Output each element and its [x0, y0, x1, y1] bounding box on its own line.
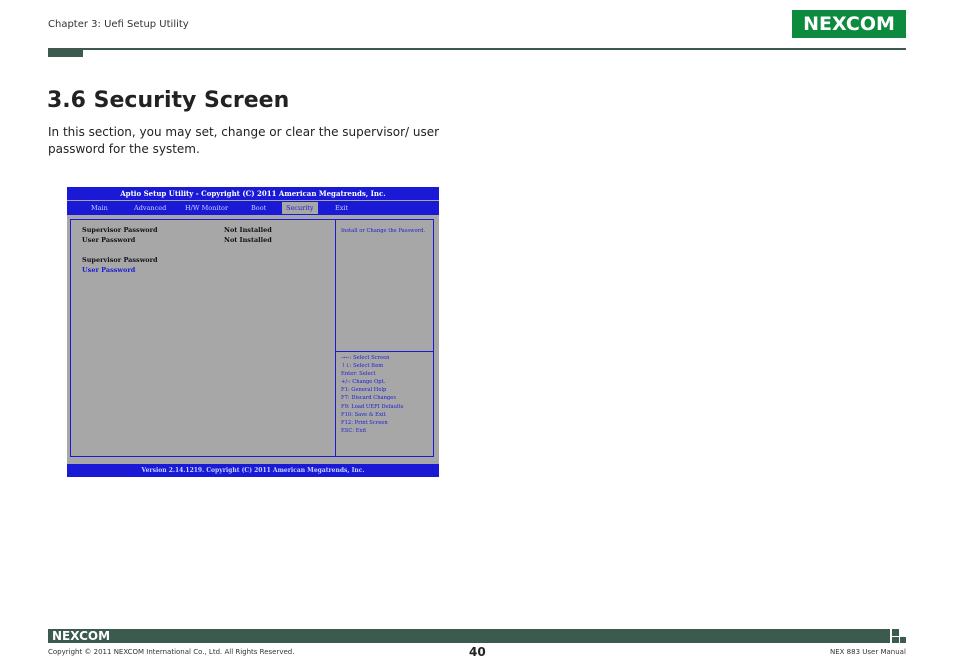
status-value-user: Not Installed: [224, 236, 272, 244]
key-legend-item: Enter: Select: [341, 371, 376, 377]
footer-logo: NEXCOM: [52, 629, 111, 643]
status-value-supervisor: Not Installed: [224, 226, 272, 234]
logo-text: NEXCOM: [803, 13, 895, 35]
key-legend-item: →←: Select Screen: [341, 355, 390, 361]
copyright-text: Copyright © 2011 NEXCOM International Co…: [48, 648, 295, 656]
bios-help-separator: [336, 351, 434, 352]
bios-tab-bar: Main Advanced H/W Monitor Boot Security …: [67, 200, 439, 215]
key-legend-item: F1: General Help: [341, 387, 387, 393]
key-legend-item: F9: Load UEFI Defaults: [341, 404, 404, 410]
option-user-password[interactable]: User Password: [82, 266, 135, 275]
manual-name: NEX 883 User Manual: [830, 648, 906, 656]
key-legend-item: +/-: Change Opt.: [341, 379, 386, 385]
page-number: 40: [469, 645, 486, 659]
nexcom-logo: NEXCOM: [792, 10, 906, 38]
page-title: 3.6 Security Screen: [47, 88, 290, 113]
help-text: Install or Change the Password.: [341, 228, 426, 234]
key-legend-item: F12: Print Screen: [341, 420, 388, 426]
bios-footer-bar: Version 2.14.1219. Copyright (C) 2011 Am…: [67, 464, 439, 477]
option-supervisor-password[interactable]: Supervisor Password: [82, 256, 158, 265]
tab-main[interactable]: Main: [91, 202, 108, 214]
intro-paragraph: In this section, you may set, change or …: [48, 125, 440, 156]
footer-square-mark: [892, 637, 899, 643]
tab-advanced[interactable]: Advanced: [134, 202, 166, 214]
footer-bar: [48, 629, 890, 643]
footer-square-mark: [900, 637, 906, 643]
header-tab-mark: [48, 48, 83, 57]
chapter-label: Chapter 3: Uefi Setup Utility: [48, 19, 189, 30]
key-legend-item: ↑↓: Select Item: [341, 363, 384, 369]
status-label-user: User Password: [82, 236, 136, 244]
key-legend-item: F10: Save & Exit: [341, 412, 386, 418]
tab-boot[interactable]: Boot: [251, 202, 266, 214]
header-rule: [48, 48, 906, 50]
tab-security[interactable]: Security: [282, 202, 318, 214]
bios-screen: Aptio Setup Utility - Copyright (C) 2011…: [67, 187, 439, 477]
tab-hw-monitor[interactable]: H/W Monitor: [185, 202, 228, 214]
key-legend-item: F7: Discard Changes: [341, 395, 397, 401]
tab-exit[interactable]: Exit: [335, 202, 348, 214]
key-legend-item: ESC: Exit: [341, 428, 367, 434]
status-label-supervisor: Supervisor Password: [82, 226, 158, 234]
bios-title-bar: Aptio Setup Utility - Copyright (C) 2011…: [67, 187, 439, 200]
bios-panel-divider: [335, 219, 336, 457]
footer-square-mark: [892, 629, 899, 636]
